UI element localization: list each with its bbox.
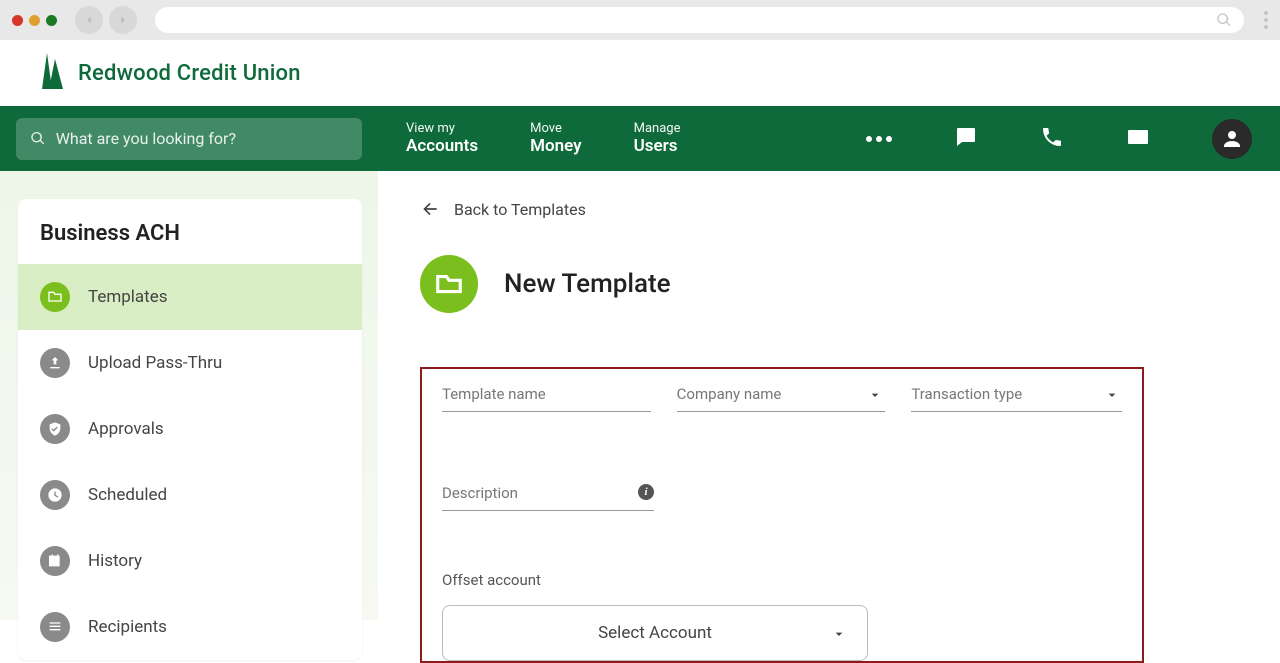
upload-icon [40,348,70,378]
search-icon [30,130,46,147]
traffic-lights [12,15,57,26]
sidebar-card: Business ACH Templates Upload Pass-Thru … [18,199,362,660]
chevron-down-icon [831,626,847,646]
nav-users-small: Manage [634,121,681,136]
sidebar-item-upload[interactable]: Upload Pass-Thru [18,330,362,396]
sidebar-item-scheduled[interactable]: Scheduled [18,462,362,528]
sidebar-item-approvals[interactable]: Approvals [18,396,362,462]
sidebar-item-history[interactable]: History [18,528,362,594]
global-search[interactable] [16,118,362,160]
new-template-form: Template name Company name Transaction t… [420,367,1144,663]
folder-icon [420,255,478,313]
description-field[interactable]: Description i [442,484,654,511]
content-area: Business ACH Templates Upload Pass-Thru … [0,171,1280,620]
profile-avatar[interactable] [1212,119,1252,159]
nav-money-small: Move [530,121,581,136]
field-label: Company name [677,385,886,403]
maximize-window[interactable] [46,15,57,26]
url-bar[interactable] [155,7,1244,33]
close-window[interactable] [12,15,23,26]
info-icon[interactable]: i [638,484,654,500]
browser-chrome [0,0,1280,40]
page-title: New Template [504,269,671,299]
field-label: Template name [442,385,651,403]
calendar-icon [40,546,70,576]
back-label: Back to Templates [454,200,586,219]
mail-icon[interactable] [1126,125,1150,153]
logo-bar: Redwood Credit Union [0,40,1280,106]
more-menu[interactable] [866,136,892,142]
nav-users-big: Users [634,136,681,156]
messages-icon[interactable] [954,125,978,153]
transaction-type-field[interactable]: Transaction type [911,385,1122,412]
field-label: Description [442,484,654,502]
nav-money-big: Money [530,136,581,156]
browser-forward-button[interactable] [109,6,137,34]
company-name-field[interactable]: Company name [677,385,886,412]
back-to-templates-link[interactable]: Back to Templates [420,199,1238,219]
select-account-text: Select Account [598,623,712,643]
nav-money[interactable]: Move Money [530,121,581,156]
sidebar-item-templates[interactable]: Templates [18,264,362,330]
phone-icon[interactable] [1040,125,1064,153]
folder-icon [40,282,70,312]
tree-icon [38,51,66,95]
sidebar-title: Business ACH [18,199,362,264]
sidebar-item-label: Scheduled [88,485,167,505]
minimize-window[interactable] [29,15,40,26]
page-header: New Template [420,255,1238,313]
browser-back-button[interactable] [75,6,103,34]
primary-nav: View my Accounts Move Money Manage Users [0,106,1280,171]
brand-logo[interactable]: Redwood Credit Union [38,51,301,95]
shield-check-icon [40,414,70,444]
sidebar-item-label: Upload Pass-Thru [88,353,222,373]
nav-users[interactable]: Manage Users [634,121,681,156]
nav-accounts-big: Accounts [406,136,478,156]
nav-accounts[interactable]: View my Accounts [406,121,478,156]
chevron-down-icon [1104,387,1120,407]
sidebar-item-label: History [88,551,142,571]
chevron-down-icon [867,387,883,407]
list-icon [40,612,70,642]
sidebar-item-label: Templates [88,287,168,307]
brand-name: Redwood Credit Union [78,61,301,86]
search-input[interactable] [56,129,362,148]
sidebar-item-label: Recipients [88,617,167,637]
person-icon [1220,127,1244,151]
nav-accounts-small: View my [406,121,478,136]
arrow-left-icon [420,199,440,219]
clock-icon [40,480,70,510]
field-label: Transaction type [911,385,1122,403]
browser-menu[interactable] [1264,11,1268,29]
select-account-dropdown[interactable]: Select Account [442,605,868,661]
offset-account-label: Offset account [442,571,1122,589]
sidebar-item-recipients[interactable]: Recipients [18,594,362,660]
main-panel: Back to Templates New Template Template … [378,171,1280,620]
template-name-field[interactable]: Template name [442,385,651,412]
search-icon [1216,12,1232,28]
sidebar-item-label: Approvals [88,419,164,439]
sidebar: Business ACH Templates Upload Pass-Thru … [0,171,378,620]
